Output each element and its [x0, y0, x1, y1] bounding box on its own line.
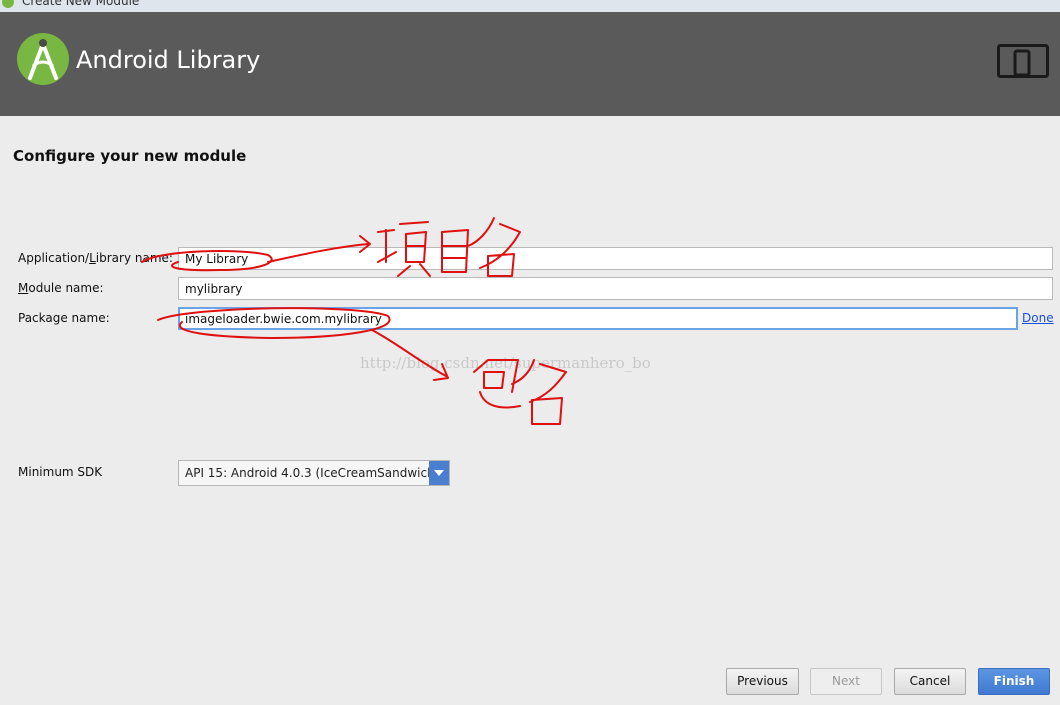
previous-button[interactable]: Previous: [726, 668, 799, 695]
app-library-name-label: Application/Library name:: [18, 251, 173, 265]
package-name-label: Package name:: [18, 311, 110, 325]
window-titlebar: Create New Module: [0, 0, 1060, 12]
page-title: Configure your new module: [13, 147, 247, 165]
android-studio-logo-icon: [17, 33, 69, 85]
watermark: http://blog.csdn.net/supermanhero_bo: [360, 354, 651, 372]
window-title: Create New Module: [22, 0, 140, 8]
package-name-input[interactable]: imageloader.bwie.com.mylibrary: [178, 307, 1018, 330]
header-title: Android Library: [76, 46, 261, 74]
minimum-sdk-value: API 15: Android 4.0.3 (IceCreamSandwich): [185, 466, 440, 480]
android-studio-icon: [2, 0, 14, 8]
app-library-name-input[interactable]: My Library: [178, 247, 1053, 270]
done-link[interactable]: Done: [1022, 311, 1054, 325]
wizard-header: Android Library: [0, 12, 1060, 116]
minimum-sdk-select[interactable]: API 15: Android 4.0.3 (IceCreamSandwich): [178, 460, 450, 486]
finish-button[interactable]: Finish: [978, 668, 1050, 695]
next-button[interactable]: Next: [810, 668, 882, 695]
minimum-sdk-label: Minimum SDK: [18, 465, 103, 479]
device-form-factor-icon: [997, 44, 1049, 78]
dropdown-arrow-icon[interactable]: [429, 461, 449, 485]
module-name-input[interactable]: mylibrary: [178, 277, 1053, 300]
cancel-button[interactable]: Cancel: [894, 668, 966, 695]
module-name-label: Module name:: [18, 281, 104, 295]
